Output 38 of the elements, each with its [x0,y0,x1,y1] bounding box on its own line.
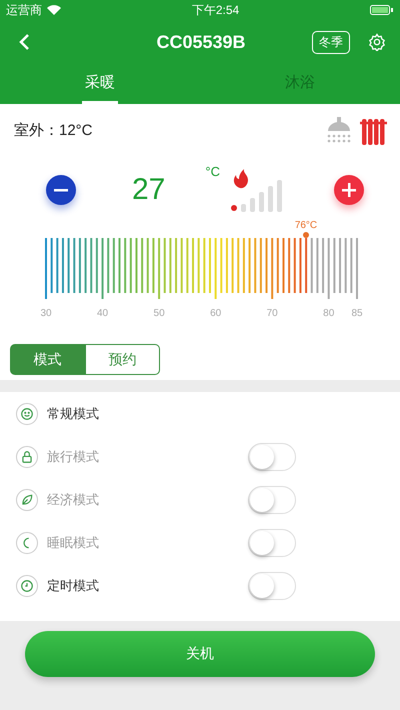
leaf-icon [20,492,34,506]
mode-switch[interactable] [248,572,296,600]
mode-label: 定时模式 [47,576,100,594]
temperature-marker[interactable] [303,232,309,238]
scale-label: 85 [351,308,363,319]
scale-label: 70 [266,308,278,319]
clock-icon [20,578,34,592]
segment-tab[interactable]: 预约 [85,344,160,375]
settings-icon[interactable] [368,33,386,51]
wifi-icon [47,5,61,15]
segment-tab[interactable]: 模式 [10,344,85,375]
battery-icon [370,5,394,15]
scale-label: 30 [40,308,52,319]
carrier-name: 运营商 [6,2,42,18]
increase-button[interactable] [334,175,364,205]
temperature-unit: °C [205,164,220,179]
mode-label: 经济模式 [47,490,100,508]
mode-label: 常规模式 [47,404,100,422]
scale-label: 60 [210,308,222,319]
tab[interactable]: 采暖 [0,64,200,104]
lock-icon [20,450,34,464]
season-button[interactable]: 冬季 [312,30,350,54]
device-title: CC05539B [155,32,247,52]
temperature-reading: 76°C [294,220,318,231]
minus-icon [54,188,68,192]
plus-icon [342,183,356,197]
setpoint-value: 27 [132,173,166,207]
decrease-button[interactable] [46,175,76,205]
scale-label: 40 [96,308,108,319]
scale-label: 80 [323,308,334,319]
outdoor-temperature: 室外：12°C [14,120,93,140]
power-off-button[interactable]: 关机 [25,631,375,677]
status-time: 下午2:54 [192,2,240,18]
mode-label: 睡眠模式 [47,534,100,552]
scale-label: 50 [154,308,165,319]
back-icon[interactable] [18,33,30,51]
smiley-icon [20,406,34,420]
mode-label: 旅行模式 [47,448,100,466]
